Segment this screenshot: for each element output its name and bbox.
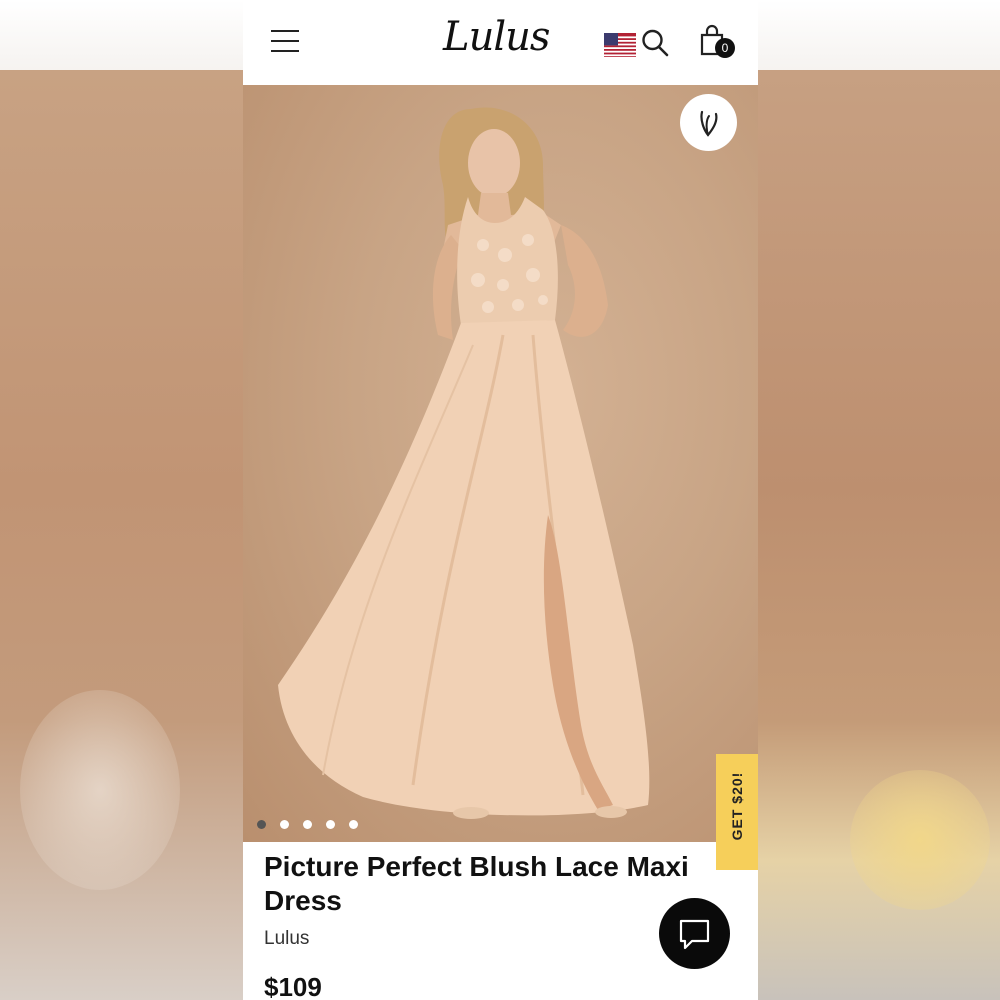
product-price: $109 — [264, 972, 322, 1000]
carousel-dot[interactable] — [349, 820, 358, 829]
hamburger-menu-icon[interactable] — [271, 30, 299, 52]
us-flag-icon[interactable] — [604, 33, 636, 57]
heart-icon — [700, 110, 718, 137]
product-page: Lulus 0 GET $20! Picture Perfect Blush L… — [243, 0, 758, 1000]
chat-button[interactable] — [659, 898, 730, 969]
wishlist-button[interactable] — [680, 94, 737, 151]
search-icon[interactable] — [641, 28, 669, 58]
chat-bubble-icon — [679, 919, 710, 950]
carousel-dot[interactable] — [303, 820, 312, 829]
product-title: Picture Perfect Blush Lace Maxi Dress — [264, 851, 689, 916]
dress-model-photo — [278, 107, 650, 819]
cart-count-badge: 0 — [715, 38, 735, 58]
carousel-dot[interactable] — [326, 820, 335, 829]
product-brand[interactable]: Lulus — [264, 928, 309, 950]
carousel-dot[interactable] — [257, 820, 266, 829]
product-image[interactable] — [243, 85, 758, 842]
background-left-blur — [0, 70, 243, 1000]
image-carousel-dots — [257, 816, 372, 829]
carousel-dot[interactable] — [280, 820, 289, 829]
background-right-blur — [757, 70, 1000, 1000]
site-logo[interactable]: Lulus — [443, 14, 550, 60]
promo-label: GET $20! — [729, 771, 745, 841]
site-header: Lulus 0 — [243, 0, 758, 85]
